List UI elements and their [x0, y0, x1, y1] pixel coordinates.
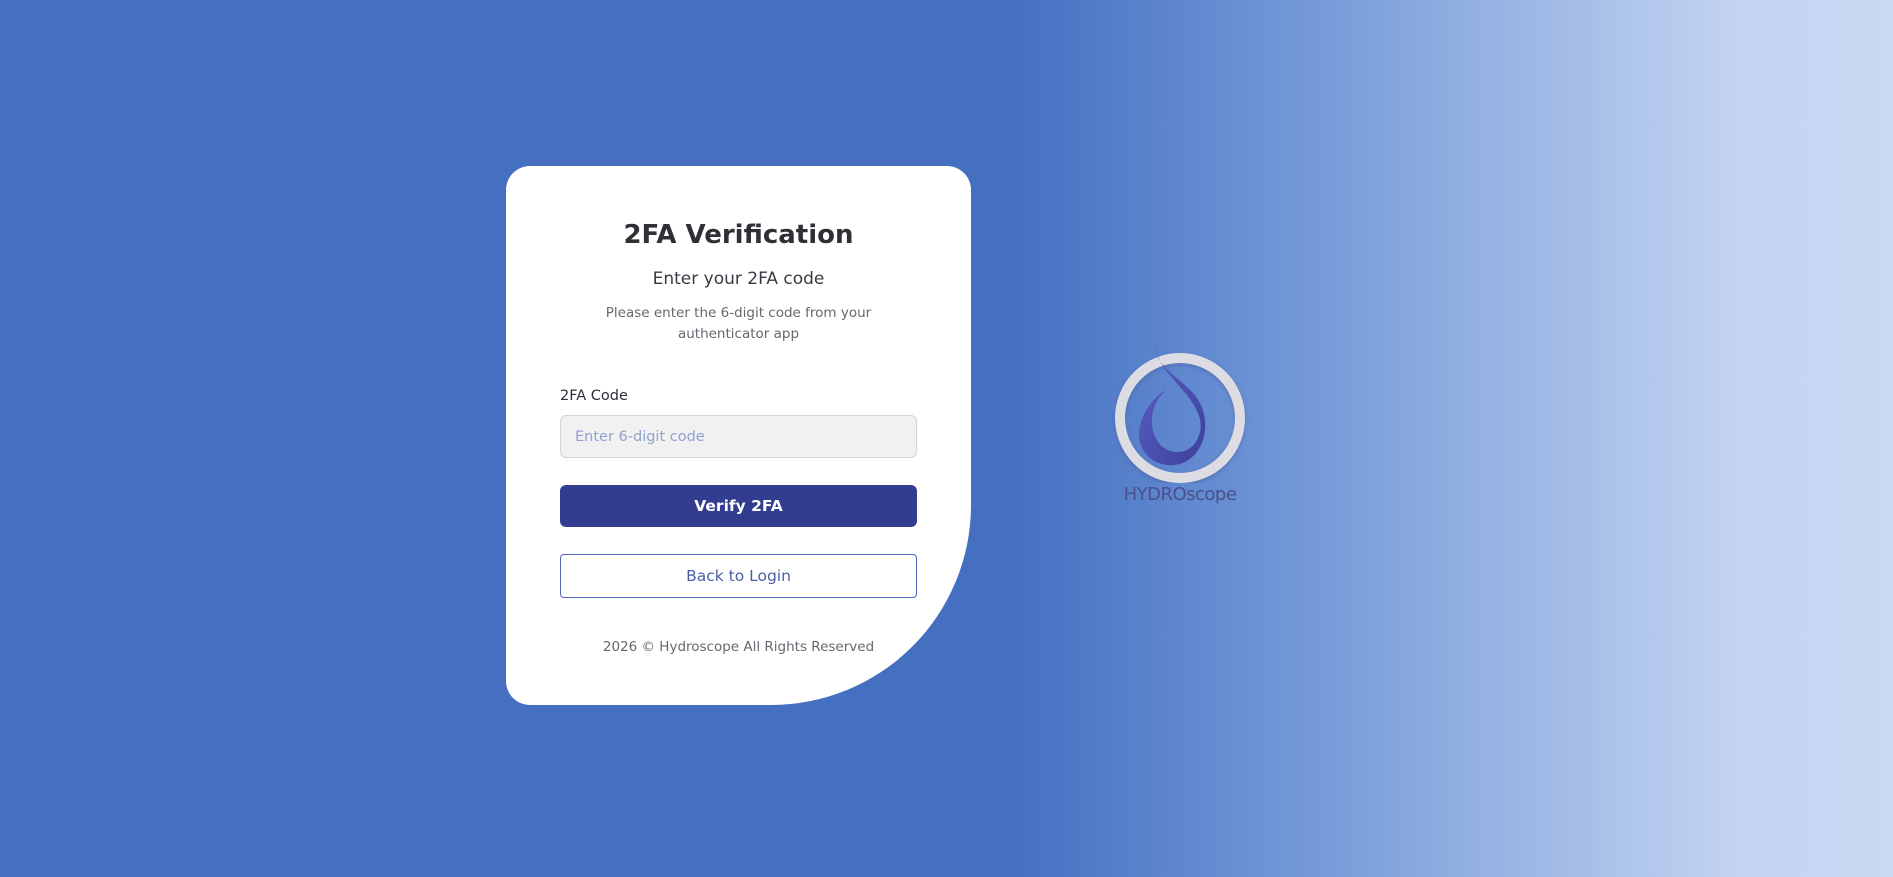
verify-2fa-button[interactable]: Verify 2FA: [560, 485, 917, 527]
verification-card: 2FA Verification Enter your 2FA code Ple…: [506, 166, 971, 705]
page-title: 2FA Verification: [623, 220, 854, 250]
copyright-footer: 2026 © Hydroscope All Rights Reserved: [602, 639, 875, 655]
code-field-label: 2FA Code: [560, 388, 628, 404]
brand-logo: HYDROscope: [1110, 338, 1250, 513]
code-input[interactable]: [560, 415, 917, 458]
instructions-text: Please enter the 6-digit code from your …: [605, 305, 872, 342]
page-subtitle: Enter your 2FA code: [652, 269, 825, 289]
water-drop-ring-logo-icon: [1115, 340, 1245, 483]
back-to-login-button[interactable]: Back to Login: [560, 554, 917, 598]
brand-logo-text: HYDROscope: [1123, 484, 1237, 505]
